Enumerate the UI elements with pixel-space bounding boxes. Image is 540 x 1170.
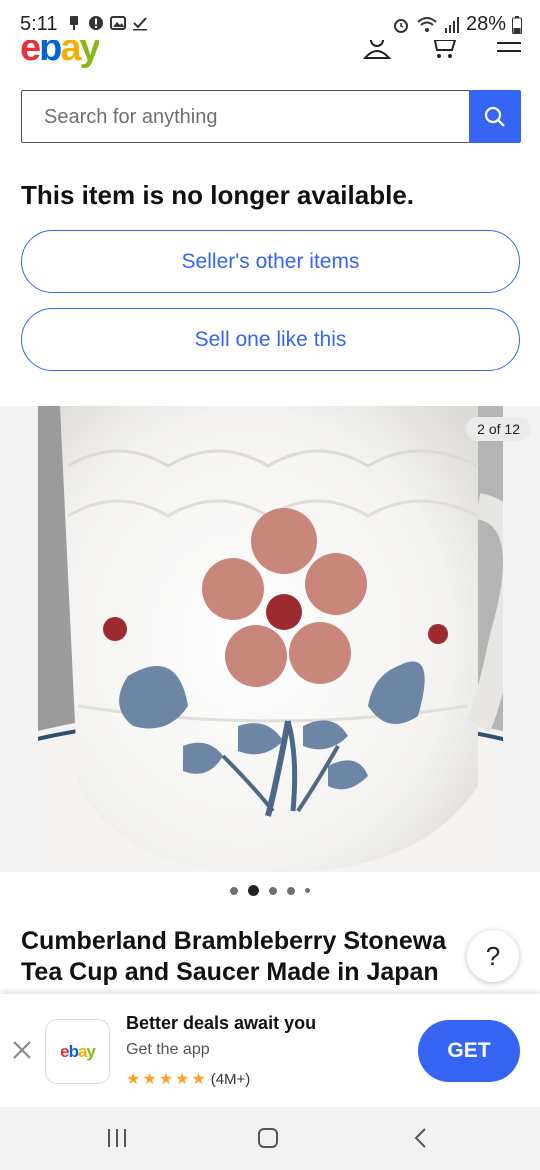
banner-subtitle: Get the app [126, 1041, 210, 1058]
image-gallery[interactable]: 2 of 12 [0, 406, 540, 872]
listing-title: Cumberland Brambleberry Stonewa Tea Cup … [21, 926, 491, 996]
listing-title-line2: Tea Cup and Saucer Made in Japan [21, 958, 439, 986]
status-time: 5:11 [20, 13, 58, 35]
search-button[interactable] [469, 90, 521, 143]
search-placeholder: Search for anything [44, 106, 218, 128]
alarm-icon [393, 18, 408, 33]
listing-title-line1: Cumberland Brambleberry Stonewa [21, 927, 447, 955]
battery-percent: 28% [465, 13, 506, 35]
app-logo-letter-y: y [86, 1041, 96, 1061]
product-photo[interactable] [38, 406, 503, 872]
star-icon: ★ [126, 1071, 141, 1088]
gallery-pagination [0, 885, 540, 896]
teacup-image [38, 406, 503, 872]
banner-title: Better deals await you [126, 1013, 317, 1033]
photo-counter: 2 of 12 [466, 417, 531, 441]
close-icon[interactable] [10, 1038, 34, 1062]
app-logo-letter-a: a [77, 1041, 88, 1061]
star-icon: ★ [142, 1071, 157, 1088]
pagination-dot[interactable] [269, 886, 277, 895]
status-bar: 5:11 28% [0, 0, 540, 40]
battery-icon [512, 15, 522, 34]
star-icon: ★ [191, 1071, 206, 1088]
check-icon [133, 17, 147, 31]
usb-icon [70, 16, 78, 30]
status-right: 28% [392, 13, 522, 36]
app-logo-letter-e: e [60, 1041, 70, 1061]
app-logo: ebay [45, 1019, 110, 1084]
alert-icon [89, 16, 103, 30]
app-logo-letter-b: b [68, 1041, 79, 1061]
pagination-dot[interactable] [230, 886, 238, 895]
signal-icon [444, 16, 459, 33]
system-nav-bar [0, 1107, 540, 1170]
recent-apps-icon[interactable] [106, 1127, 128, 1149]
app-rating: ★ ★ ★ ★ ★ (4M+) [126, 1069, 250, 1089]
sell-one-like-this-button[interactable]: Sell one like this [21, 308, 520, 371]
status-notification-icons [66, 15, 148, 31]
unavailable-notice: This item is no longer available. [21, 180, 414, 210]
rating-count: (4M+) [210, 1070, 251, 1088]
home-icon[interactable] [257, 1127, 279, 1149]
star-icon: ★ [158, 1071, 174, 1088]
star-icon: ★ [175, 1071, 190, 1088]
pagination-dot[interactable] [305, 888, 310, 893]
sellers-other-items-button[interactable]: Seller's other items [21, 230, 520, 293]
wifi-icon [417, 16, 437, 32]
search-input[interactable]: Search for anything [21, 90, 471, 143]
help-button[interactable]: ? [467, 930, 519, 982]
pagination-dot[interactable] [287, 886, 295, 895]
get-app-button[interactable]: GET [418, 1020, 520, 1082]
app-install-banner: ebay Better deals await you Get the app … [0, 994, 540, 1107]
pagination-dot-active[interactable] [248, 885, 259, 896]
back-icon[interactable] [410, 1127, 432, 1149]
gallery-icon [110, 16, 126, 30]
search-icon [484, 106, 505, 127]
